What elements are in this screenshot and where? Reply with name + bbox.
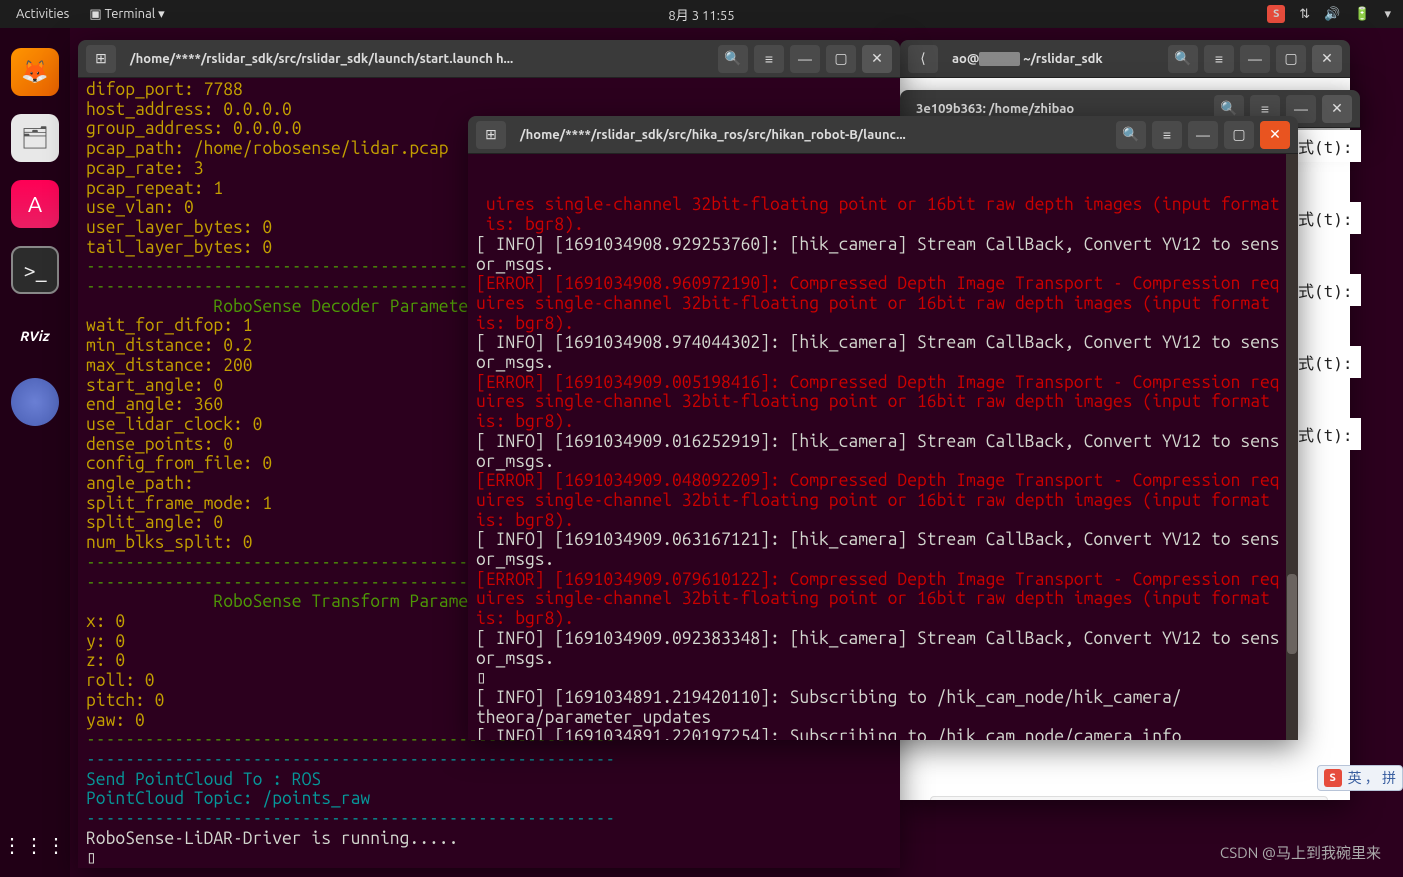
scrollbar[interactable] [1286,154,1298,740]
watermark: CSDN @马上到我碗里来 [1220,842,1381,863]
globe-icon[interactable] [11,378,59,426]
hamburger-icon[interactable]: ≡ [1204,45,1234,73]
show-apps-icon[interactable]: ⋮⋮⋮ [2,833,68,857]
close-button[interactable]: ✕ [862,45,892,73]
system-tray[interactable]: S ⇅ 🔊 🔋 ▾ [1267,5,1391,23]
chevron-down-icon[interactable]: ▾ [1384,7,1391,22]
terminal-window-2: ⊞ /home/****/rslidar_sdk/src/hika_ros/sr… [468,116,1298,740]
gnome-topbar: Activities ▣ Terminal ▾ 8月 3 11:55 S ⇅ 🔊… [0,0,1403,28]
minimize-button[interactable]: — [1240,45,1270,73]
dock: 🦊 🗂 A >_ RViz ⋮⋮⋮ [0,28,70,877]
hamburger-icon[interactable]: ≡ [754,45,784,73]
volume-icon[interactable]: 🔊 [1324,7,1340,22]
battery-icon[interactable]: 🔋 [1354,7,1370,22]
term1-titlebar[interactable]: ⊞ /home/****/rslidar_sdk/src/rslidar_sdk… [78,40,900,78]
files-path: ao@xxxxx ~/rslidar_sdk [944,52,1162,66]
close-button[interactable]: ✕ [1322,95,1352,123]
firefox-icon[interactable]: 🦊 [11,48,59,96]
hamburger-icon[interactable]: ≡ [1152,121,1182,149]
maximize-button[interactable]: ▢ [826,45,856,73]
term3-title: 3e109b363: /home/zhibao [908,102,1208,116]
terminal-icon[interactable]: >_ [11,246,59,294]
term1-title: /home/****/rslidar_sdk/src/rslidar_sdk/l… [122,52,712,66]
maximize-button[interactable]: ▢ [1276,45,1306,73]
term2-title: /home/****/rslidar_sdk/src/hika_ros/src/… [512,128,1110,142]
ime-indicator[interactable]: S英 ， 拼 [1317,765,1403,791]
rviz-icon[interactable]: RViz [11,312,59,360]
close-button[interactable]: ✕ [1312,45,1342,73]
terminal-menu[interactable]: ▣ Terminal ▾ [89,7,164,22]
activities-button[interactable]: Activities [16,7,69,22]
maximize-button[interactable]: ▢ [1224,121,1254,149]
search-icon[interactable]: 🔍 [1116,121,1146,149]
new-tab-icon[interactable]: ⊞ [476,121,506,149]
minimize-button[interactable]: — [790,45,820,73]
clock[interactable]: 8月 3 11:55 [668,5,734,24]
back-icon[interactable]: ⟨ [908,45,938,73]
close-button[interactable]: ✕ [1260,121,1290,149]
software-icon[interactable]: A [11,180,59,228]
rviz-panel-text: 式(t): 式(t): 式(t): 式(t): 式(t): [1290,130,1361,450]
search-icon[interactable]: 🔍 [718,45,748,73]
term2-body[interactable]: uires single-channel 32bit-floating poin… [468,154,1298,740]
new-tab-icon[interactable]: ⊞ [86,45,116,73]
selection-status: "rslidar_driver" selected (containing 5 … [930,796,1328,800]
minimize-button[interactable]: — [1188,121,1218,149]
network-icon[interactable]: ⇅ [1299,7,1310,22]
search-icon[interactable]: 🔍 [1168,45,1198,73]
term2-titlebar[interactable]: ⊞ /home/****/rslidar_sdk/src/hika_ros/sr… [468,116,1298,154]
files-icon[interactable]: 🗂 [11,114,59,162]
sogou-icon[interactable]: S [1267,5,1285,23]
files-titlebar[interactable]: ⟨ ao@xxxxx ~/rslidar_sdk 🔍 ≡ — ▢ ✕ [900,40,1350,78]
